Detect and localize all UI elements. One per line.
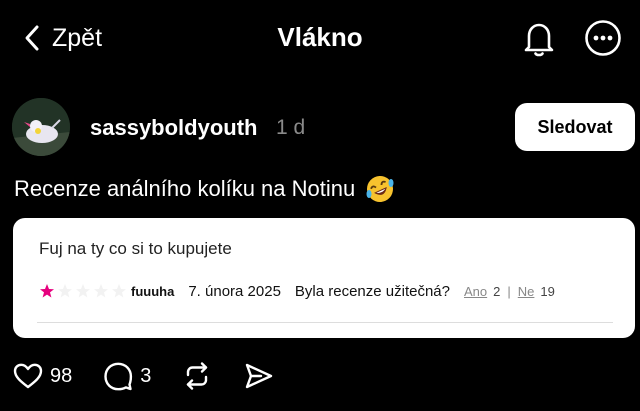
reviewer-name: fuuuha [131,283,175,299]
star-rating [39,283,131,299]
send-icon [246,363,273,389]
review-text: Fuj na ty co si to kupujete [39,239,232,258]
star-empty-icon [94,284,108,298]
comment-button[interactable]: 3 [102,360,151,392]
heart-icon [13,363,43,389]
star-empty-icon [112,284,126,298]
rolling-laughing-emoji-icon [365,174,395,204]
star-empty-icon [58,284,72,298]
post-body: Recenze análního kolíku na Notinu [14,176,356,201]
review-meta: fuuuha 7. února 2025 Byla recenze užiteč… [39,280,555,302]
notifications-button[interactable] [519,18,559,58]
more-horizontal-icon [585,20,621,56]
avatar[interactable] [12,98,70,156]
top-bar: Zpět Vlákno [0,0,640,78]
star-empty-icon [76,284,90,298]
like-button[interactable]: 98 [12,360,72,392]
follow-button[interactable]: Sledovat [515,103,635,151]
bell-icon [524,23,554,57]
comment-icon [104,362,133,391]
helpful-yes-count: 2 [493,283,501,299]
post-time: 1 d [276,116,306,139]
vote-separator: | [507,283,511,299]
share-button[interactable] [243,360,275,392]
star-filled-icon [40,284,54,298]
more-options-button[interactable] [584,19,622,57]
helpful-no-count: 19 [540,283,555,299]
post-text: Recenze análního kolíku na Notinu [14,174,395,204]
card-divider [37,322,613,323]
helpful-question: Byla recenze užitečná? [294,282,450,300]
review-date: 7. února 2025 [188,282,281,300]
like-count: 98 [50,364,73,387]
helpful-yes-link[interactable]: Ano [464,284,487,299]
repost-button[interactable] [181,360,213,392]
post-actions: 98 3 [12,356,305,396]
helpful-no-link[interactable]: Ne [518,284,535,299]
avatar-image [12,98,70,156]
post-username[interactable]: sassyboldyouth [90,115,257,141]
review-card: Fuj na ty co si to kupujete fuuuha 7. ún… [13,218,635,338]
repost-icon [187,362,208,390]
comment-count: 3 [140,364,152,387]
